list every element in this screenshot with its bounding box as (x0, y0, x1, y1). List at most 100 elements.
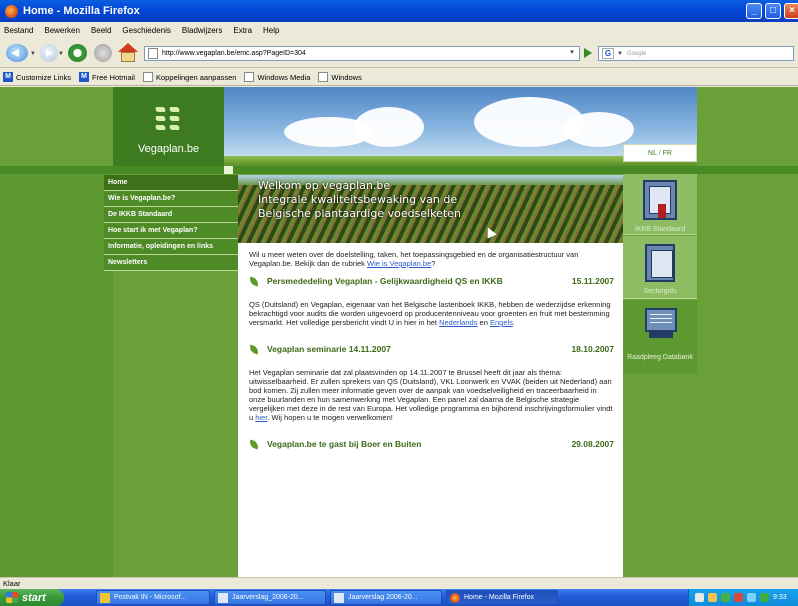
news-body: QS (Duitsland) en Vegaplan, eigenaar van… (249, 300, 611, 327)
forward-history-dropdown-icon[interactable]: ▼ (58, 51, 64, 57)
tray-sync-icon[interactable] (760, 593, 769, 602)
tray-alert-icon[interactable] (734, 593, 743, 602)
news-title: Vegaplan seminarie 14.11.2007 (267, 344, 391, 354)
menu-item-newsletters[interactable]: Newsletters (104, 255, 238, 271)
page-icon (142, 72, 153, 82)
tray-network-icon[interactable] (695, 593, 704, 602)
news-header: Vegaplan.be te gast bij Boer en Buiten 2… (248, 439, 614, 450)
raadpleeg-databank-label: Raadpleeg Databank (627, 354, 693, 361)
url-text[interactable]: http://www.vegaplan.be/emc.asp?PageID=30… (162, 50, 306, 57)
ikkb-standaard-link[interactable]: IKKB Standaard (623, 174, 697, 235)
nederlands-link[interactable]: Nederlands (439, 318, 477, 327)
wie-is-vegaplan-link[interactable]: Wie is Vegaplan.be (367, 259, 431, 268)
menu-help[interactable]: Help (263, 26, 279, 35)
ikkb-book-icon (643, 180, 677, 220)
home-button[interactable] (118, 43, 138, 63)
site-menu: Home Wie is Vegaplan.be? De IKKB Standaa… (104, 175, 238, 271)
status-bar: Klaar (0, 577, 798, 589)
welcome-banner: Welkom op vegaplan.be Integrale kwalitei… (238, 175, 623, 243)
menu-bestand[interactable]: Bestand (4, 26, 33, 35)
banner-text: Welkom op vegaplan.be Integrale kwalitei… (258, 179, 461, 220)
sectorgids-book-icon (645, 244, 675, 282)
menu-item-wie-is-vegaplan[interactable]: Wie is Vegaplan.be? (104, 191, 238, 207)
news-date: 29.08.2007 (571, 439, 614, 449)
tray-security-icon[interactable] (721, 593, 730, 602)
bookmark-windows[interactable]: Windows (318, 72, 362, 82)
news-title: Persmededeling Vegaplan - Gelijkwaardigh… (267, 276, 503, 286)
status-text: Klaar (3, 579, 21, 588)
forward-button[interactable] (40, 44, 58, 62)
hier-link[interactable]: hier (255, 413, 267, 422)
page-icon (318, 72, 329, 82)
left-column (0, 174, 113, 577)
engels-link[interactable]: Engels (490, 318, 513, 327)
menu-geschiedenis[interactable]: Geschiedenis (122, 26, 170, 35)
bookmark-customize-links[interactable]: M Customize Links (3, 72, 71, 82)
leaf-bullet-icon (248, 344, 260, 355)
url-dropdown-icon[interactable]: ▾ (567, 48, 577, 59)
search-placeholder[interactable]: Google (627, 51, 646, 57)
menu-item-hoe-start-ik[interactable]: Hoe start ik met Vegaplan? (104, 223, 238, 239)
language-switch: NL / FR (623, 144, 697, 162)
menu-extra[interactable]: Extra (233, 26, 252, 35)
language-fr-link[interactable]: FR (663, 150, 672, 157)
main-content: Wil u meer weten over de doelstelling, t… (238, 243, 623, 577)
document-icon (218, 592, 228, 603)
window-title: Home - Mozilla Firefox (23, 5, 140, 17)
reload-button[interactable] (68, 44, 87, 62)
leaf-bullet-icon (248, 439, 260, 450)
bookmark-koppelingen-aanpassen[interactable]: Koppelingen aanpassen (142, 72, 236, 82)
back-history-dropdown-icon[interactable]: ▼ (30, 51, 36, 57)
sectorgids-link[interactable]: Sectorgids (623, 236, 697, 299)
outlook-icon (100, 592, 110, 603)
header-stripe (0, 166, 798, 174)
news-header: Vegaplan seminarie 14.11.2007 18.10.2007 (248, 344, 614, 355)
menu-item-informatie[interactable]: Informatie, opleidingen en links (104, 239, 238, 255)
bookmark-free-hotmail[interactable]: M Free Hotmail (79, 72, 135, 82)
firefox-icon (5, 4, 18, 18)
raadpleeg-databank-link[interactable]: Raadpleeg Databank (623, 300, 697, 374)
task-jaarverslag-2[interactable]: Jaarverslag 2006-20... (330, 590, 442, 605)
close-button[interactable]: × (784, 3, 798, 19)
leaf-bullet-icon (248, 276, 260, 287)
back-button[interactable] (6, 44, 28, 62)
msn-icon: M (3, 72, 13, 82)
task-outlook[interactable]: Postvak IN - Microsof... (96, 590, 210, 605)
news-header: Persmededeling Vegaplan - Gelijkwaardigh… (248, 276, 614, 287)
bookmark-windows-media[interactable]: Windows Media (244, 72, 310, 82)
site-logo[interactable]: Vegaplan.be (113, 87, 224, 166)
monitor-icon (643, 308, 677, 348)
minimize-button[interactable]: _ (746, 3, 762, 19)
url-bar[interactable]: http://www.vegaplan.be/emc.asp?PageID=30… (144, 46, 580, 61)
tray-speaker-icon[interactable] (708, 593, 717, 602)
news-body: Het Vegaplan seminarie dat zal plaatsvin… (249, 368, 613, 422)
news-date: 18.10.2007 (571, 344, 614, 354)
task-jaarverslag-1[interactable]: Jaarverslag_2006-20... (214, 590, 326, 605)
tray-messenger-icon[interactable] (747, 593, 756, 602)
google-search-engine-icon[interactable]: G (602, 48, 614, 59)
page-icon (244, 72, 255, 82)
menu-beeld[interactable]: Beeld (91, 26, 111, 35)
menu-bladwijzers[interactable]: Bladwijzers (182, 26, 222, 35)
task-firefox[interactable]: Home - Mozilla Firefox (446, 590, 558, 605)
maximize-button[interactable]: □ (765, 3, 781, 19)
page-viewport[interactable]: Vegaplan.be NL / FR Home Wie is Vegaplan… (0, 87, 798, 577)
document-icon (334, 592, 344, 603)
menu-item-ikkb-standaard[interactable]: De IKKB Standaard (104, 207, 238, 223)
go-button[interactable] (584, 48, 592, 58)
system-tray: 9:33 (688, 589, 798, 606)
stop-button[interactable] (94, 44, 112, 62)
intro-paragraph: Wil u meer weten over de doelstelling, t… (249, 250, 579, 268)
news-date: 15.11.2007 (571, 276, 614, 286)
search-box[interactable]: G ▼ Google (598, 46, 794, 61)
firefox-icon (450, 592, 460, 603)
title-bar: Home - Mozilla Firefox _ □ × (0, 0, 798, 22)
language-nl-link[interactable]: NL (648, 150, 657, 157)
start-button[interactable]: start (0, 589, 64, 606)
clock: 9:33 (773, 594, 787, 601)
bookmarks-toolbar: M Customize Links M Free Hotmail Koppeling… (0, 69, 798, 86)
menu-bewerken[interactable]: Bewerken (44, 26, 80, 35)
menu-item-home[interactable]: Home (104, 175, 238, 191)
navigation-toolbar: ▼ ▼ http://www.vegaplan.be/emc.asp?PageI… (0, 38, 798, 68)
search-engine-dropdown-icon[interactable]: ▼ (617, 51, 623, 57)
